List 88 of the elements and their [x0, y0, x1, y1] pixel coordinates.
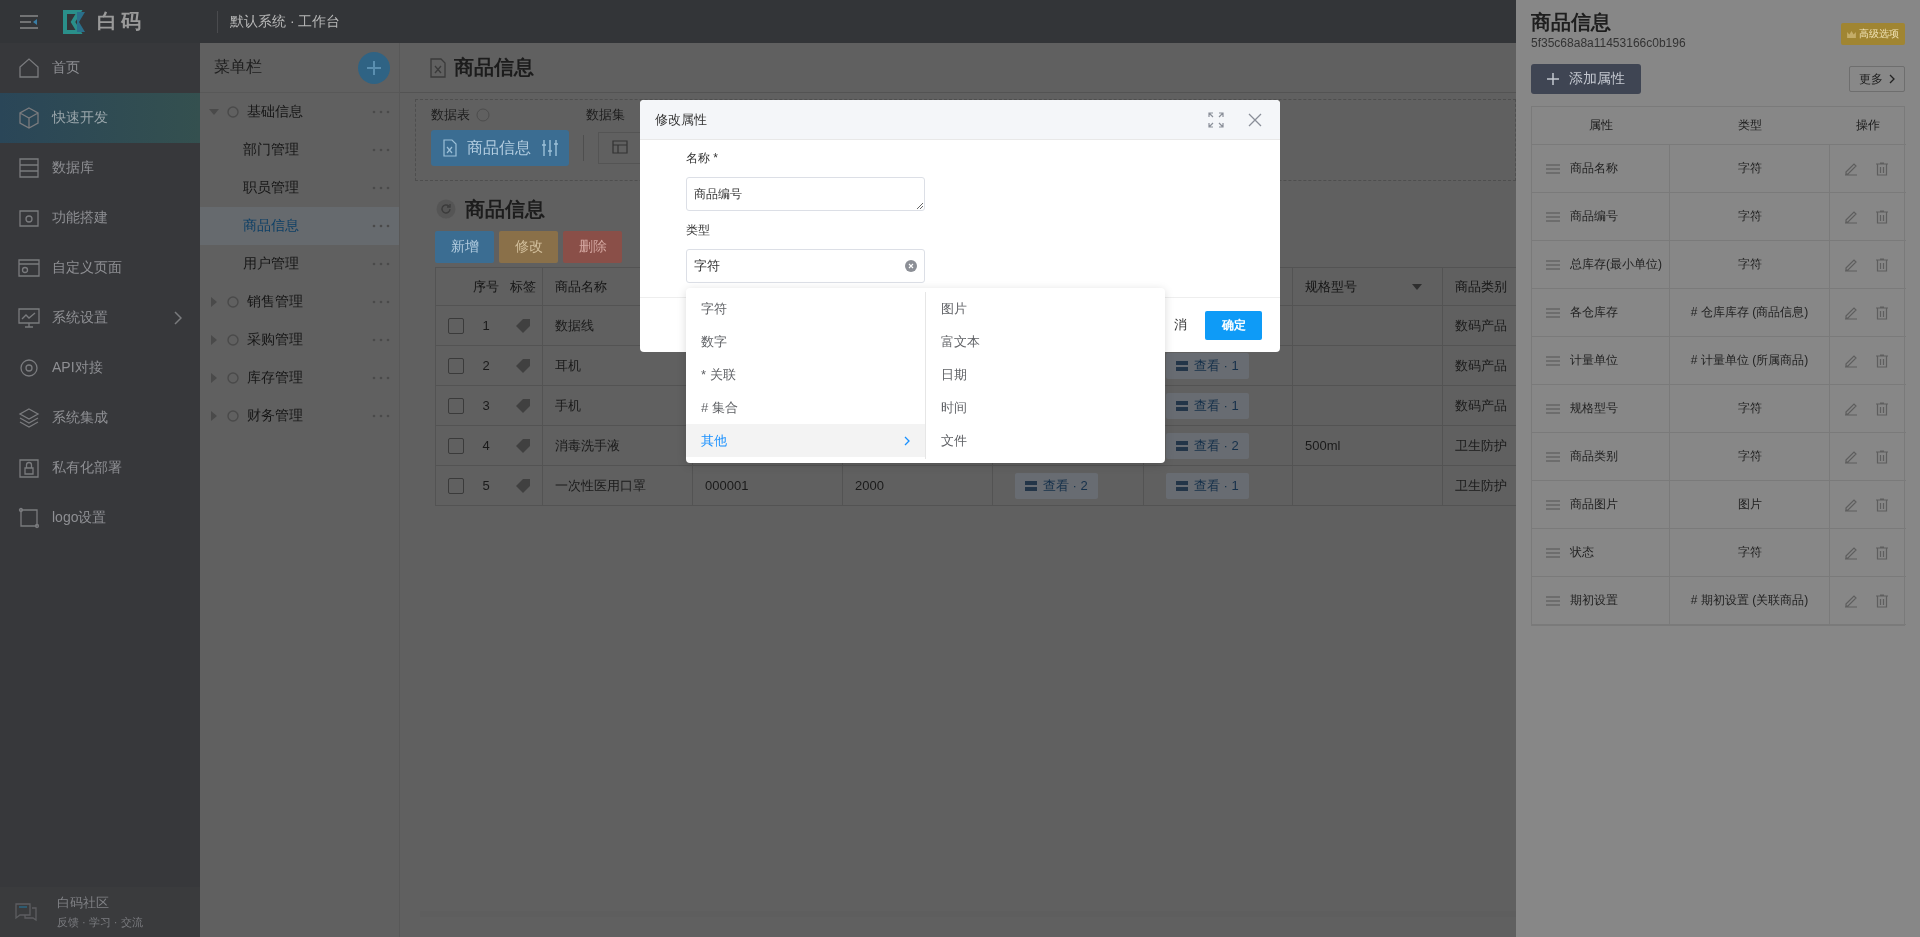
tree-item[interactable]: 库存管理: [200, 359, 399, 397]
dropdown-option[interactable]: 其他: [686, 424, 925, 457]
logo-text: 白码: [97, 9, 146, 34]
tree-item[interactable]: 用户管理: [200, 245, 399, 283]
table-cell: 500ml: [1305, 438, 1341, 453]
table-cell: # 仓库库存 (商品信息): [1670, 289, 1830, 337]
type-select[interactable]: 字符: [686, 249, 925, 283]
name-field[interactable]: 商品编号: [686, 177, 925, 211]
sidebar-item[interactable]: 快速开发: [0, 93, 200, 143]
tree-item[interactable]: 部门管理: [200, 131, 399, 169]
add-button[interactable]: 新增: [435, 231, 494, 263]
table-cell: 商品名称: [1570, 160, 1618, 177]
view-link[interactable]: 查看 · 1: [1166, 472, 1249, 499]
advanced-badge[interactable]: 高级选项: [1841, 23, 1905, 45]
tree-item[interactable]: 采购管理: [200, 321, 399, 359]
table-cell: 字符: [1670, 241, 1830, 289]
sidebar-item[interactable]: logo设置: [0, 493, 200, 543]
sidebar-item[interactable]: 数据库: [0, 143, 200, 193]
table-cell: 规格型号: [1570, 400, 1618, 417]
tree-item[interactable]: 财务管理: [200, 397, 399, 435]
column-header: 标签: [504, 268, 543, 306]
section-label: 数据表: [431, 106, 470, 124]
tree-item[interactable]: 商品信息: [200, 207, 399, 245]
table-cell: 总库存(最小单位): [1570, 256, 1662, 273]
view-link[interactable]: 查看 · 2: [1166, 432, 1249, 459]
community-title[interactable]: 白码社区: [57, 894, 143, 912]
table-cell: 各仓库存: [1570, 304, 1618, 321]
delete-button[interactable]: 删除: [563, 231, 622, 263]
sidebar-item[interactable]: 自定义页面: [0, 243, 200, 293]
table-cell: 000001: [705, 478, 749, 493]
dropdown-option[interactable]: 图片: [926, 292, 1165, 325]
dropdown-option[interactable]: 文件: [926, 424, 1165, 457]
view-link[interactable]: 查看 · 1: [1166, 352, 1249, 379]
dropdown-option[interactable]: 富文本: [926, 325, 1165, 358]
view-link[interactable]: 查看 · 2: [1015, 472, 1098, 499]
column-header: 类型: [1670, 107, 1830, 145]
confirm-button[interactable]: 确定: [1205, 310, 1262, 340]
table-cell: 状态: [1570, 544, 1594, 561]
table-cell: 商品类别: [1570, 448, 1618, 465]
edit-button[interactable]: 修改: [499, 231, 558, 263]
sidebar-item[interactable]: 功能搭建: [0, 193, 200, 243]
sidebar-item[interactable]: 系统设置: [0, 293, 200, 343]
cancel-button[interactable]: 消: [1174, 316, 1187, 334]
table-cell: 字符: [1670, 433, 1830, 481]
sidebar-item[interactable]: 系统集成: [0, 393, 200, 443]
column-header: 操作: [1830, 107, 1906, 145]
tree-item[interactable]: 职员管理: [200, 169, 399, 207]
table-cell: 字符: [1670, 529, 1830, 577]
add-attribute-button[interactable]: 添加属性: [1531, 64, 1641, 94]
table-cell: 5: [468, 466, 504, 506]
column-header[interactable]: 规格型号: [1305, 277, 1357, 296]
field-label: 类型: [686, 222, 711, 239]
table-cell: 商品图片: [1570, 496, 1618, 513]
table-cell: 图片: [1670, 481, 1830, 529]
table-cell: 2000: [855, 478, 884, 493]
sidebar-item[interactable]: 首页: [0, 43, 200, 93]
column-header: 属性: [1532, 107, 1670, 145]
drawer-title: 商品信息: [1531, 10, 1612, 35]
table-cell: # 期初设置 (关联商品): [1670, 577, 1830, 625]
table-cell: 计量单位: [1570, 352, 1618, 369]
field-label: 名称 *: [686, 150, 719, 167]
dropdown-option[interactable]: 日期: [926, 358, 1165, 391]
tree-item[interactable]: 销售管理: [200, 283, 399, 321]
table-cell: 3: [468, 386, 504, 426]
table-cell: 4: [468, 426, 504, 466]
table-cell: 字符: [1670, 145, 1830, 193]
sidebar-item[interactable]: 私有化部署: [0, 443, 200, 493]
table-cell: 字符: [1670, 193, 1830, 241]
page-title: 商品信息: [454, 55, 534, 80]
table-cell: 字符: [1670, 385, 1830, 433]
community-subtitle: 反馈 · 学习 · 交流: [57, 915, 143, 930]
tree-item[interactable]: 基础信息: [200, 93, 399, 131]
table-cell: # 计量单位 (所属商品): [1670, 337, 1830, 385]
table-button[interactable]: 商品信息: [431, 130, 569, 166]
table-cell: 期初设置: [1570, 592, 1618, 609]
section-label: 数据集: [586, 106, 625, 124]
record-id: 5f35c68a8a11453166c0b196: [1531, 36, 1686, 50]
more-button[interactable]: 更多: [1849, 66, 1905, 92]
table-cell: 1: [468, 306, 504, 346]
list-title: 商品信息: [465, 196, 545, 222]
dropdown-option[interactable]: 时间: [926, 391, 1165, 424]
table-cell: 2: [468, 346, 504, 386]
sidebar-item[interactable]: API对接: [0, 343, 200, 393]
dialog-title: 修改属性: [655, 110, 708, 129]
view-link[interactable]: 查看 · 1: [1166, 392, 1249, 419]
panel-title: 菜单栏: [214, 57, 262, 77]
workspace-title: 默认系统 · 工作台: [230, 12, 341, 31]
table-cell: 商品编号: [1570, 208, 1618, 225]
